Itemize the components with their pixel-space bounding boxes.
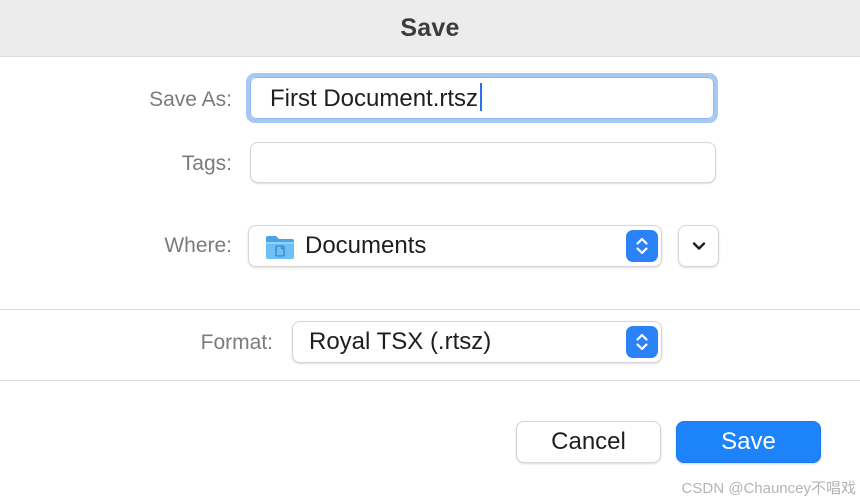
where-stepper: [626, 230, 658, 262]
divider: [0, 309, 860, 310]
filename-text: First Document.rtsz: [270, 85, 479, 112]
format-selected: Royal TSX (.rtsz): [309, 328, 492, 355]
tags-label: Tags:: [181, 152, 232, 175]
format-label: Format:: [200, 331, 273, 354]
cancel-button[interactable]: Cancel: [516, 421, 661, 463]
text-caret: [480, 83, 483, 111]
title-bar: Save: [0, 0, 860, 57]
save-as-value: First Document.rtsz: [270, 83, 483, 113]
expand-browser-button[interactable]: [678, 225, 719, 267]
up-down-chevron-icon: [636, 237, 648, 255]
dialog-title: Save: [400, 13, 460, 42]
where-label: Where:: [164, 234, 232, 257]
where-selected: Documents: [305, 232, 427, 259]
save-as-field[interactable]: First Document.rtsz: [246, 73, 718, 123]
folder-icon: [266, 236, 294, 259]
save-dialog: Save Save As: First Document.rtsz Tags: …: [0, 0, 860, 502]
watermark: CSDN @Chauncey不唱戏: [681, 480, 856, 497]
up-down-chevron-icon: [636, 333, 648, 351]
chevron-down-icon: [692, 242, 705, 250]
save-as-label: Save As:: [149, 88, 232, 111]
format-stepper: [626, 326, 658, 358]
where-popup[interactable]: Documents: [248, 225, 662, 267]
divider: [0, 380, 860, 381]
format-popup[interactable]: Royal TSX (.rtsz): [292, 321, 662, 363]
tags-field[interactable]: [250, 142, 716, 183]
save-button[interactable]: Save: [676, 421, 821, 463]
